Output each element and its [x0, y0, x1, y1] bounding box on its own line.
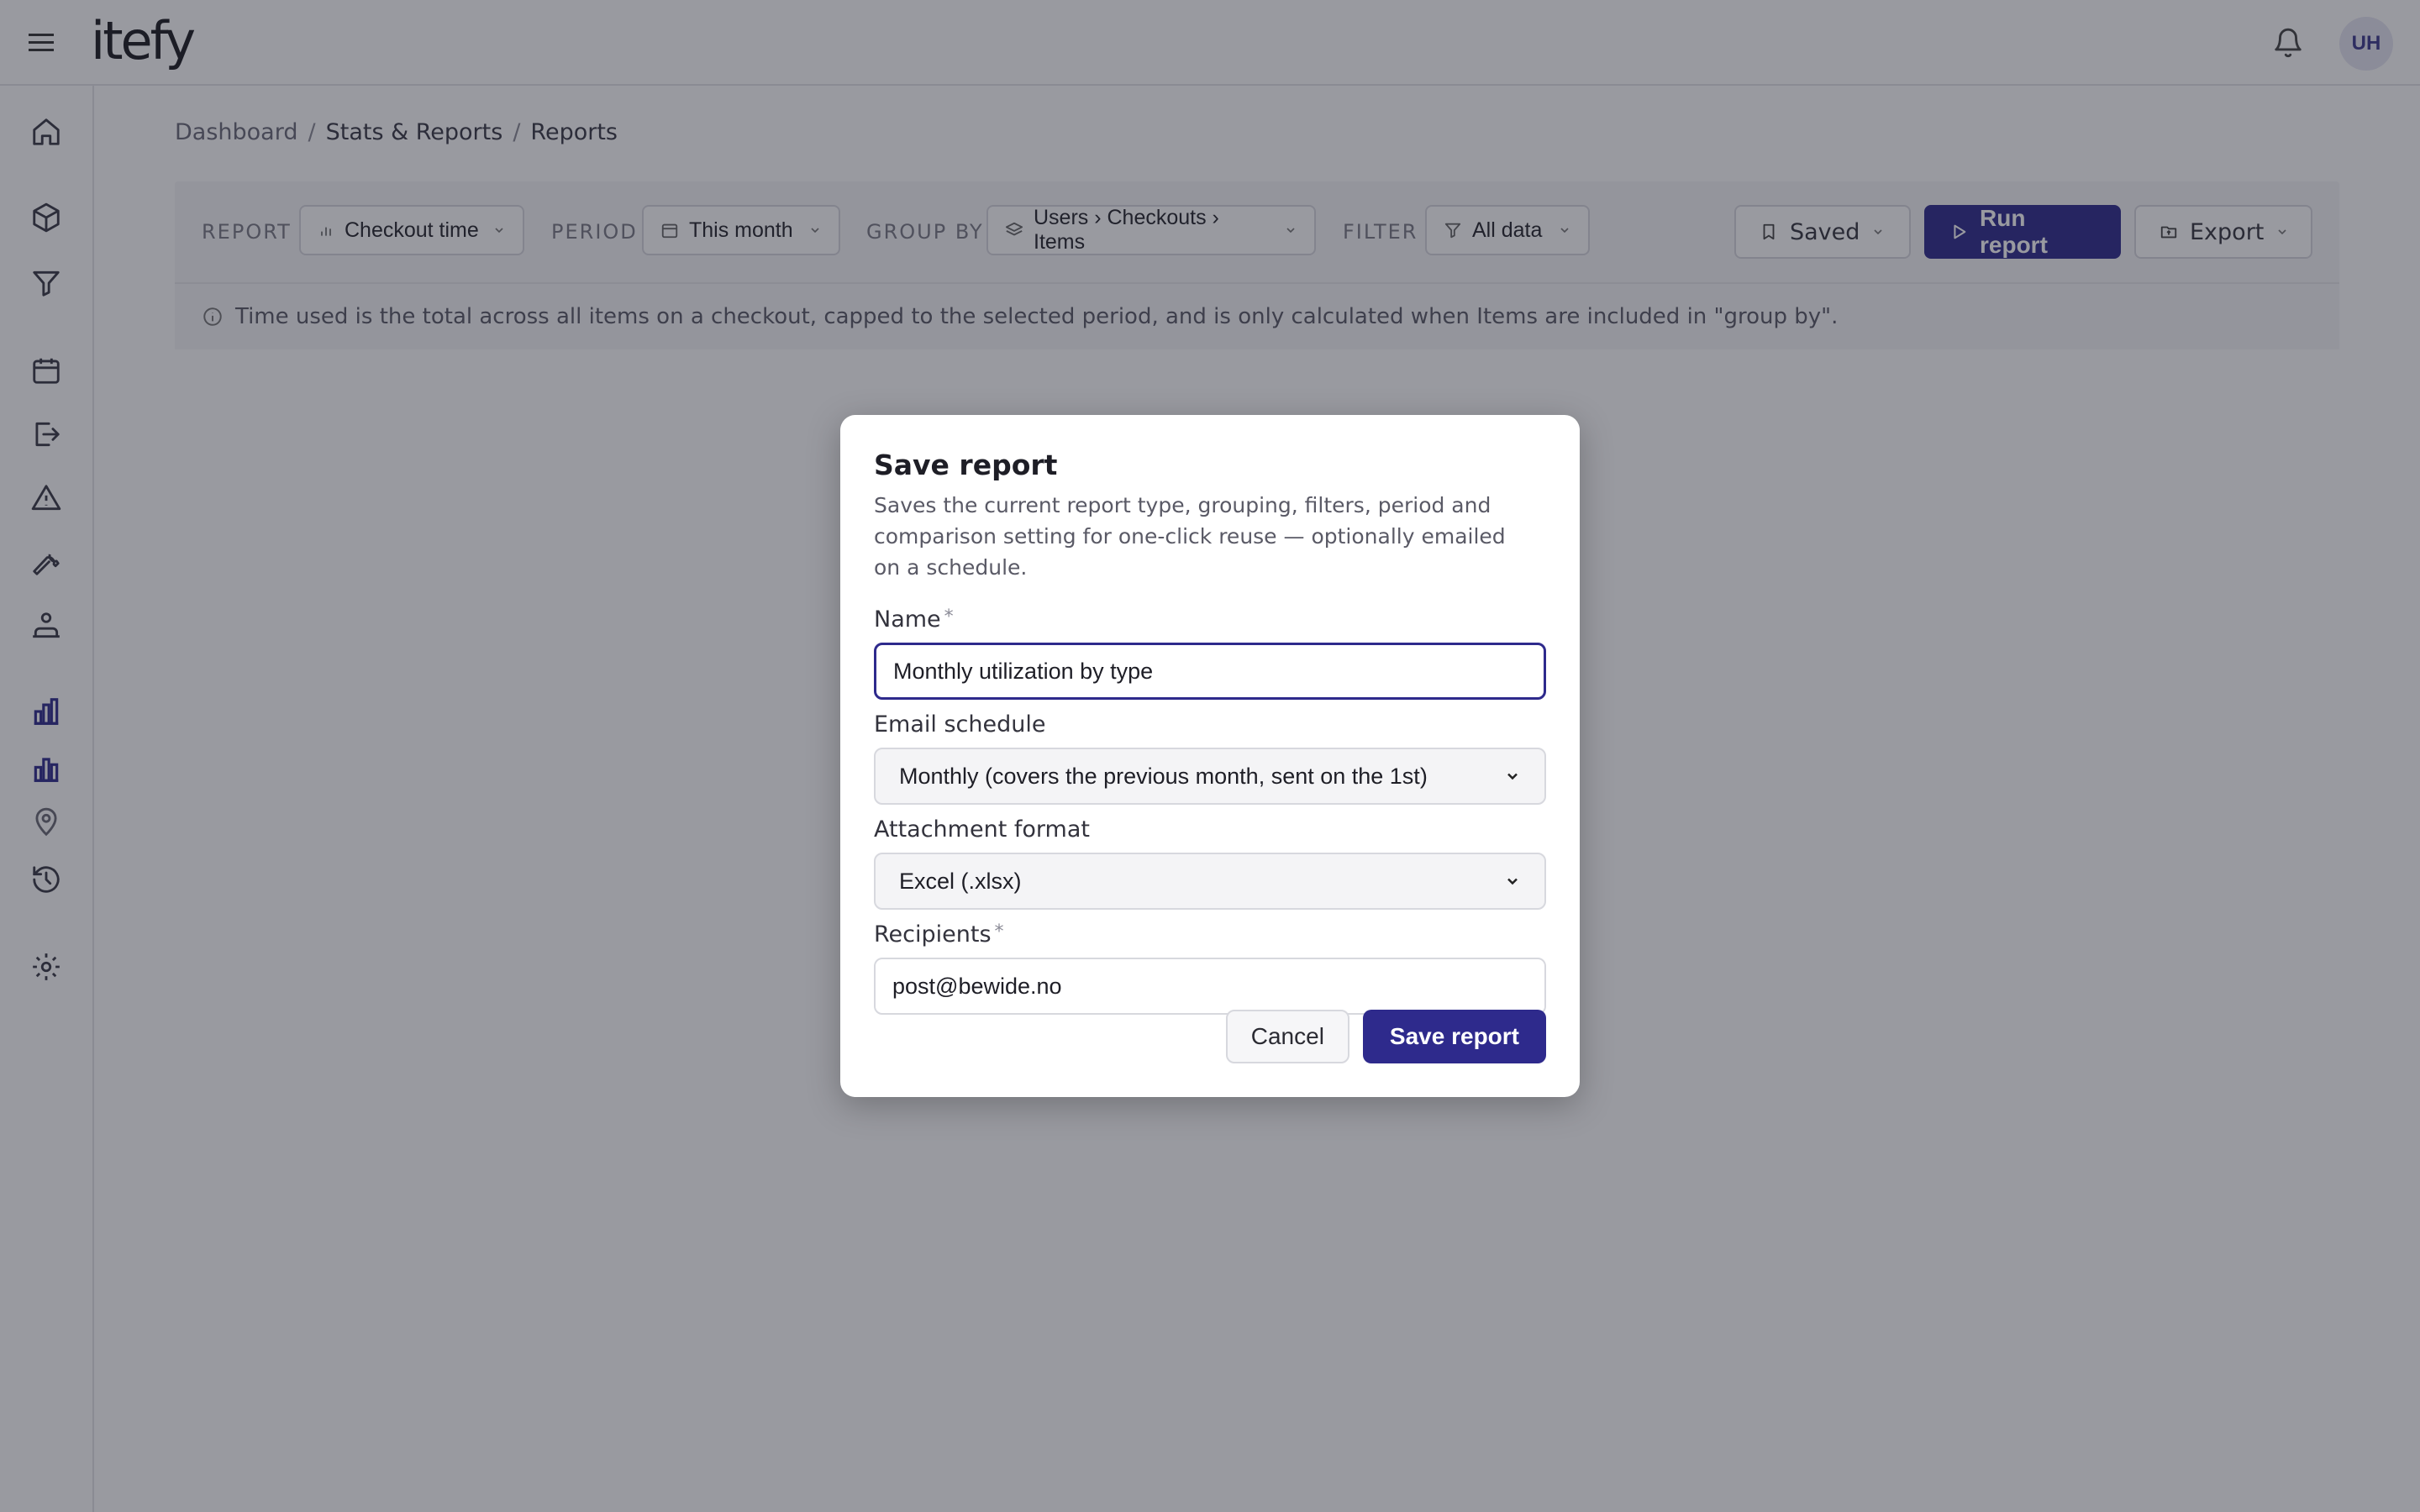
dialog-description: Saves the current report type, grouping,… — [874, 493, 1506, 580]
format-label: Attachment format — [874, 816, 1090, 843]
chevron-down-icon — [1504, 873, 1521, 890]
recipients-label-text: Recipients — [874, 921, 992, 948]
dialog-actions: Cancel Save report — [1225, 1010, 1546, 1063]
email-schedule-value: Monthly (covers the previous month, sent… — [899, 763, 1428, 789]
name-label-text: Name — [874, 606, 941, 633]
email-schedule-select[interactable]: Monthly (covers the previous month, sent… — [874, 748, 1546, 805]
save-report-dialog: Save report Saves the current report typ… — [840, 415, 1580, 1097]
format-field-group: Attachment format Excel (.xlsx) — [874, 816, 1546, 910]
name-field-group: Name * — [874, 606, 1546, 700]
dialog-title: Save report — [874, 449, 1058, 481]
name-input[interactable] — [874, 643, 1546, 700]
save-report-button[interactable]: Save report — [1362, 1010, 1546, 1063]
required-mark: * — [944, 606, 954, 627]
attachment-format-value: Excel (.xlsx) — [899, 868, 1022, 894]
cancel-button[interactable]: Cancel — [1225, 1010, 1349, 1063]
recipients-input[interactable] — [874, 958, 1546, 1015]
recipients-label: Recipients * — [874, 921, 1546, 948]
schedule-label: Email schedule — [874, 711, 1046, 738]
schedule-field-group: Email schedule Monthly (covers the previ… — [874, 711, 1546, 805]
chevron-down-icon — [1504, 768, 1521, 785]
recipients-field-group: Recipients * — [874, 921, 1546, 1015]
required-mark: * — [994, 921, 1004, 942]
name-label: Name * — [874, 606, 1546, 633]
attachment-format-select[interactable]: Excel (.xlsx) — [874, 853, 1546, 910]
